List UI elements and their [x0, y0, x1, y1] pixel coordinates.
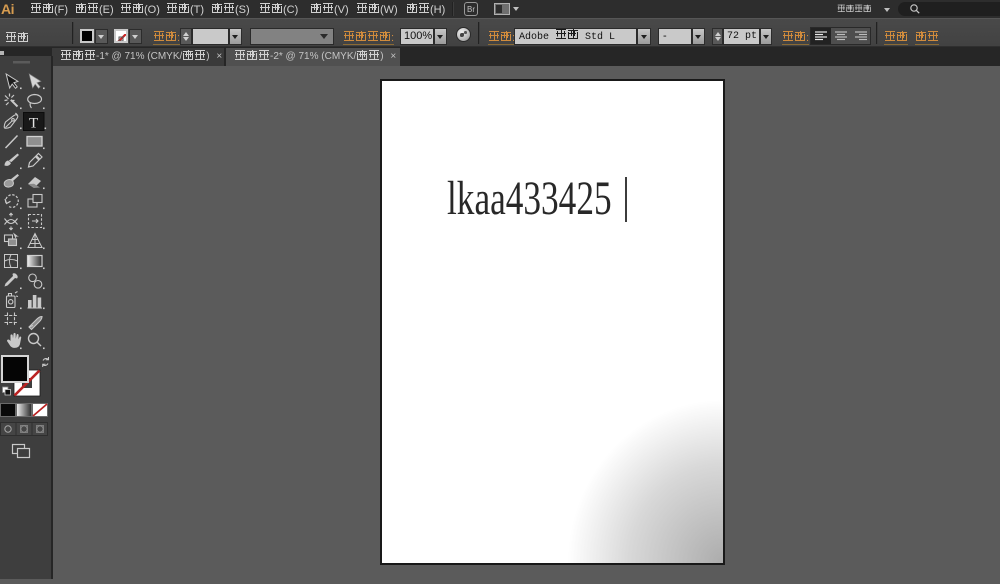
svg-text:T: T — [29, 116, 38, 132]
